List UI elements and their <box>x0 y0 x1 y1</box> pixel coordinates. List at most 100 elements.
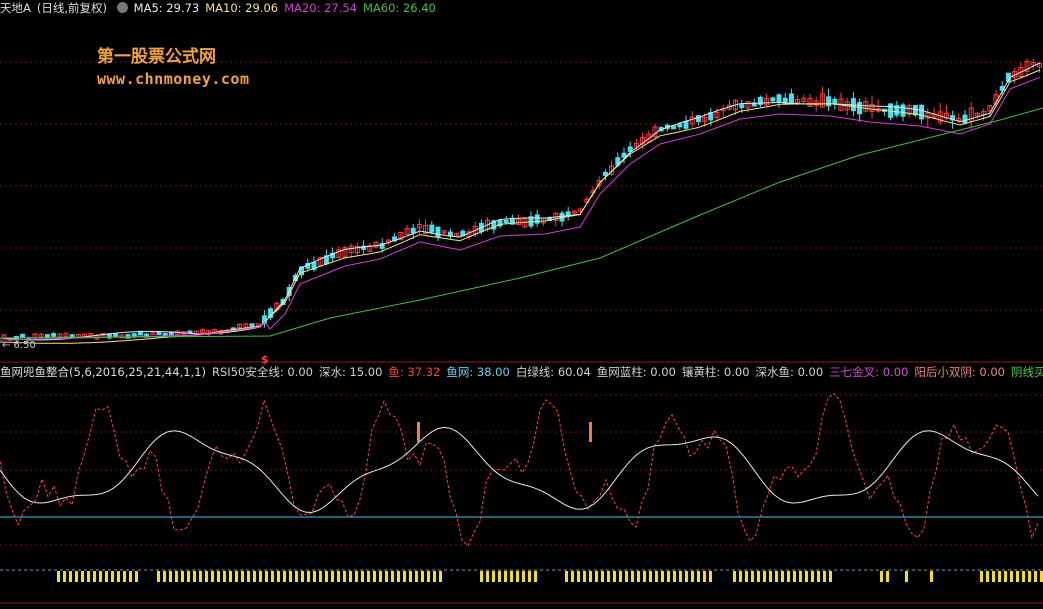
candlestick <box>776 94 782 103</box>
candlestick <box>683 120 689 129</box>
yellow-bar <box>93 571 96 582</box>
yellow-bar <box>331 571 334 582</box>
yellow-bar <box>534 571 537 582</box>
yellow-bar <box>87 571 90 582</box>
yellow-bar <box>129 571 132 582</box>
indicator-param: 三七金叉: 0.00 <box>829 365 909 379</box>
yellow-bar <box>516 571 519 582</box>
yellow-bar <box>175 571 178 582</box>
candlestick <box>435 226 441 238</box>
yellow-bar <box>625 571 628 582</box>
yellow-bar <box>745 571 748 582</box>
yellow-bar <box>265 571 268 582</box>
yellow-bar <box>595 571 598 582</box>
yellow-bar <box>397 571 400 582</box>
yellow-bar <box>217 571 220 582</box>
candlestick <box>429 224 435 233</box>
yellow-bar <box>631 571 634 582</box>
settings-icon[interactable] <box>116 2 128 13</box>
yellow-bar <box>421 571 424 582</box>
candlestick <box>627 146 633 152</box>
yellow-bar <box>667 571 670 582</box>
yellow-bar <box>589 571 592 582</box>
yellow-bar <box>799 571 802 582</box>
ma-legend-item: MA60: 26.40 <box>362 1 436 15</box>
candlestick <box>602 171 608 176</box>
yellow-bar <box>703 571 706 582</box>
ma-legend-item: MA10: 29.06 <box>205 1 279 15</box>
yellow-bar <box>313 571 316 582</box>
yellow-bar <box>793 571 796 582</box>
candlestick <box>162 332 168 336</box>
yellow-bar <box>643 571 646 582</box>
yellow-bar <box>577 571 580 582</box>
yellow-bar <box>63 571 66 582</box>
candlestick <box>51 333 57 337</box>
yellow-bar <box>480 571 483 582</box>
signal-marker: $ <box>261 353 269 366</box>
candlestick <box>962 114 968 124</box>
yellow-bar <box>325 571 328 582</box>
yellow-bar <box>199 571 202 582</box>
yellow-bar <box>241 571 244 582</box>
candlestick <box>677 123 683 128</box>
yellow-bar <box>817 571 820 582</box>
stock-chart-canvas[interactable] <box>0 0 1043 609</box>
yellow-bar <box>486 571 489 582</box>
candlestick <box>739 104 745 109</box>
yellow-bar <box>163 571 166 582</box>
yellow-bar <box>235 571 238 582</box>
indicator-param: 鱼网: 38.00 <box>446 365 510 379</box>
yellow-bar <box>223 571 226 582</box>
indicator-param: 阳后小双阴: 0.00 <box>914 365 1005 379</box>
yellow-bar <box>751 571 754 582</box>
yellow-bar <box>1004 571 1007 582</box>
yellow-bar <box>187 571 190 582</box>
yellow-bar <box>391 571 394 582</box>
indicator-param: 鱼: 37.32 <box>388 365 441 379</box>
candlestick <box>671 125 677 130</box>
yellow-bar <box>649 571 652 582</box>
yellow-bar <box>637 571 640 582</box>
ma-legend: MA5: 29.73 MA10: 29.06 MA20: 27.54 MA60: 26… <box>134 1 442 15</box>
yellow-bar <box>355 571 358 582</box>
yellow-bar <box>1010 571 1013 582</box>
candlestick <box>410 227 416 234</box>
candlestick <box>187 330 193 334</box>
candlestick <box>832 98 838 104</box>
candlestick <box>826 96 832 107</box>
yellow-bar <box>123 571 126 582</box>
yellow-bar <box>157 571 160 582</box>
yellow-bar <box>277 571 280 582</box>
yellow-bar <box>998 571 1001 582</box>
candlestick <box>770 97 776 102</box>
yellow-bar <box>135 571 138 582</box>
yellow-bar <box>829 571 832 582</box>
ma20-line <box>0 76 1041 341</box>
candlestick <box>919 104 925 120</box>
yellow-bar <box>528 571 531 582</box>
yellow-bar <box>349 571 352 582</box>
indicator-param: 深水鱼: 0.00 <box>755 365 824 379</box>
yellow-bar <box>307 571 310 582</box>
yellow-bar <box>111 571 114 582</box>
yellow-bar <box>583 571 586 582</box>
candlestick <box>69 334 75 338</box>
period-label[interactable]: (日线,前复权) <box>37 1 107 15</box>
yellow-bar <box>522 571 525 582</box>
yellow-bar <box>105 571 108 582</box>
yellow-bar <box>781 571 784 582</box>
indicator-name[interactable]: 鱼网兜鱼整合(5,6,2016,25,21,44,1,1) <box>0 365 206 379</box>
yellow-bar <box>259 571 262 582</box>
yellow-bar <box>361 571 364 582</box>
candlestick <box>503 220 509 224</box>
stock-title[interactable]: 天地A <box>0 1 31 15</box>
yellow-bar <box>930 571 933 582</box>
yellow-bar <box>99 571 102 582</box>
yellow-bar <box>301 571 304 582</box>
yellow-bar <box>271 571 274 582</box>
yellow-bar <box>373 571 376 582</box>
yellow-bar <box>229 571 232 582</box>
candlestick <box>900 104 906 117</box>
candlestick <box>695 115 701 123</box>
